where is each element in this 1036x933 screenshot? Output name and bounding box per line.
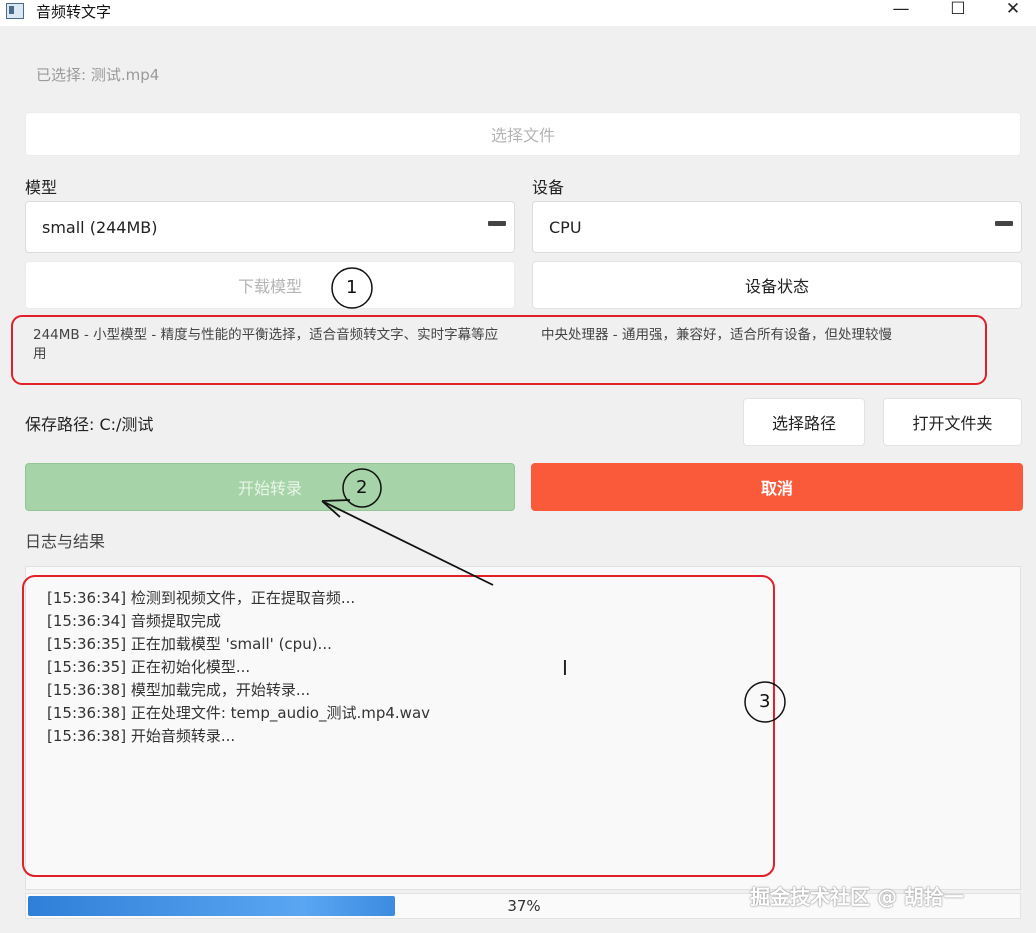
log-label: 日志与结果 — [25, 532, 106, 551]
text-cursor-icon: I — [562, 656, 568, 680]
window-title: 音频转文字 — [36, 3, 112, 21]
log-line: [15:36:35] 正在加载模型 'small' (cpu)... — [47, 635, 332, 653]
choose-path-button[interactable]: 选择路径 — [743, 398, 865, 446]
log-line: [15:36:34] 音频提取完成 — [47, 612, 221, 630]
marker-number-2: 2 — [356, 477, 368, 498]
log-line: [15:36:34] 检测到视频文件，正在提取音频... — [47, 589, 356, 607]
log-line: [15:36:38] 模型加载完成，开始转录... — [47, 681, 311, 699]
open-folder-button[interactable]: 打开文件夹 — [883, 398, 1022, 446]
minimize-icon[interactable]: — — [878, 0, 924, 22]
marker-number-1: 1 — [346, 277, 358, 298]
log-line: [15:36:38] 正在处理文件: temp_audio_测试.mp4.wav — [47, 704, 431, 722]
log-line: [15:36:35] 正在初始化模型... — [47, 658, 251, 676]
start-transcribe-button[interactable]: 开始转录 — [25, 463, 515, 511]
select-file-button[interactable]: 选择文件 — [25, 112, 1021, 156]
device-select[interactable]: CPU — [532, 201, 1022, 253]
download-model-button[interactable]: 下载模型 — [25, 261, 515, 309]
model-label: 模型 — [25, 178, 58, 197]
cancel-button[interactable]: 取消 — [531, 463, 1023, 511]
model-select-value: small (244MB) — [42, 217, 158, 237]
app-icon — [6, 3, 24, 19]
close-icon[interactable]: ✕ — [990, 0, 1036, 22]
dropdown-icon — [995, 221, 1013, 226]
marker-number-3: 3 — [759, 691, 771, 712]
save-path-label: 保存路径: C:/测试 — [25, 415, 154, 434]
device-description: 中央处理器 - 通用强，兼容好，适合所有设备，但处理较慢 — [541, 327, 892, 343]
log-textarea[interactable]: [15:36:34] 检测到视频文件，正在提取音频... [15:36:34] … — [25, 566, 1021, 890]
device-select-value: CPU — [549, 217, 582, 237]
log-line: [15:36:38] 开始音频转录... — [47, 727, 236, 745]
maximize-icon[interactable]: ☐ — [935, 0, 981, 22]
model-description: 244MB - 小型模型 - 精度与性能的平衡选择，适合音频转文字、实时字幕等应… — [33, 327, 499, 362]
watermark: 掘金技术社区 @ 胡拾一 — [750, 885, 964, 909]
model-select[interactable]: small (244MB) — [25, 201, 515, 253]
title-bar: 音频转文字 — ☐ ✕ — [0, 0, 1036, 26]
device-status-button[interactable]: 设备状态 — [532, 261, 1022, 309]
dropdown-icon — [488, 221, 506, 226]
device-label: 设备 — [532, 178, 565, 197]
selected-file-label: 已选择: 测试.mp4 — [36, 66, 160, 84]
